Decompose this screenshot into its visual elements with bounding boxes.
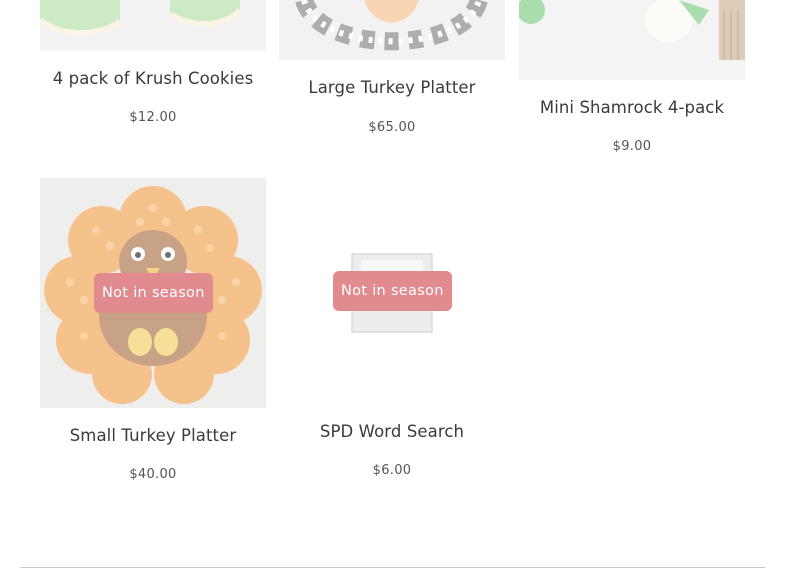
product-title[interactable]: Small Turkey Platter — [20, 426, 286, 445]
product-price: $12.00 — [129, 110, 177, 125]
not-in-season-badge: Not in season — [94, 273, 213, 313]
product-image-mini-shamrock[interactable] — [519, 0, 745, 80]
product-price: $40.00 — [129, 467, 177, 482]
product-title[interactable]: SPD Word Search — [259, 422, 525, 441]
product-price: $65.00 — [368, 120, 416, 135]
product-price: $6.00 — [372, 463, 412, 478]
product-title[interactable]: Large Turkey Platter — [259, 78, 525, 97]
product-title[interactable]: 4 pack of Krush Cookies — [20, 69, 286, 88]
product-title[interactable]: Mini Shamrock 4-pack — [499, 98, 765, 117]
footer-divider — [20, 567, 765, 568]
product-image-krush-cookies[interactable] — [40, 0, 266, 51]
product-price: $9.00 — [612, 139, 652, 154]
product-image-large-turkey-platter[interactable] — [279, 0, 505, 60]
not-in-season-badge: Not in season — [333, 271, 452, 311]
